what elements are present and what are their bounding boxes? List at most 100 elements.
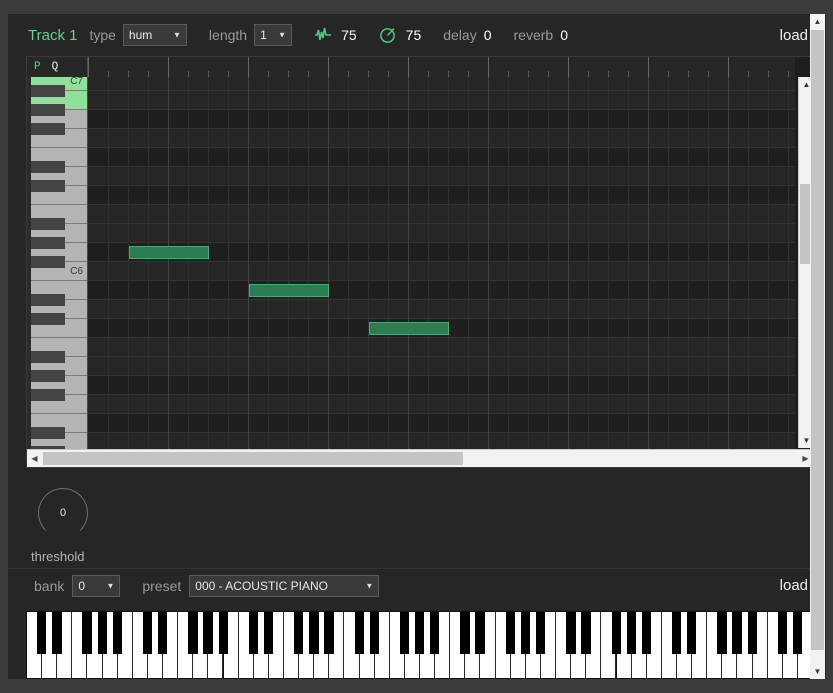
piano-roll-horizontal-scrollbar[interactable]: ◀ ▶ xyxy=(27,449,813,467)
grid-vline xyxy=(108,77,109,450)
keyboard-black-key[interactable] xyxy=(82,612,92,654)
note-grid[interactable] xyxy=(87,77,795,450)
note-block[interactable] xyxy=(369,322,449,335)
reverb-value[interactable]: 0 xyxy=(560,27,568,43)
piano-black-key[interactable] xyxy=(31,351,65,363)
piano-black-key[interactable] xyxy=(31,161,65,173)
keyboard-black-key[interactable] xyxy=(687,612,697,654)
keyboard-black-key[interactable] xyxy=(263,612,274,654)
length-select[interactable]: 1 xyxy=(254,24,293,46)
grid-vline xyxy=(628,77,629,450)
piano-black-key[interactable] xyxy=(31,218,65,230)
mode-p-toggle[interactable]: P xyxy=(34,61,41,73)
piano-key-label: C7 xyxy=(70,77,83,87)
keyboard-black-key[interactable] xyxy=(354,612,364,654)
mode-q-toggle[interactable]: Q xyxy=(52,61,59,73)
delay-value[interactable]: 0 xyxy=(484,27,492,43)
piano-black-key[interactable] xyxy=(31,123,65,135)
grid-vline xyxy=(408,77,409,450)
grid-vline xyxy=(208,77,209,450)
threshold-knob[interactable]: 0 xyxy=(38,488,88,538)
keyboard-black-key[interactable] xyxy=(248,612,259,654)
keyboard-black-key[interactable] xyxy=(792,612,803,654)
grid-vline xyxy=(728,77,729,450)
load-preset-button[interactable]: load xyxy=(780,577,808,594)
keyboard-black-key[interactable] xyxy=(158,612,168,654)
keyboard-black-key[interactable] xyxy=(717,612,727,654)
threshold-section: 0 threshold xyxy=(8,468,826,568)
keyboard-black-key[interactable] xyxy=(611,612,621,654)
bank-select[interactable]: 0 xyxy=(72,574,121,597)
keyboard-black-key[interactable] xyxy=(218,612,228,654)
velocity-value[interactable]: 75 xyxy=(341,27,357,43)
piano-black-key[interactable] xyxy=(31,256,65,268)
threshold-label: threshold xyxy=(31,549,85,564)
piano-black-key[interactable] xyxy=(31,237,65,249)
type-select[interactable]: hum xyxy=(122,24,187,46)
keyboard-black-key[interactable] xyxy=(535,612,546,654)
keyboard-black-key[interactable] xyxy=(626,612,636,654)
ruler-bar-tick xyxy=(488,57,489,77)
preset-select[interactable]: 000 - ACOUSTIC PIANO xyxy=(189,574,380,597)
keyboard-black-key[interactable] xyxy=(641,612,652,654)
piano-keyboard[interactable] xyxy=(26,611,814,679)
keyboard-black-key[interactable] xyxy=(430,612,440,654)
timeline-ruler[interactable] xyxy=(87,57,795,77)
ruler-bar-tick xyxy=(408,57,409,77)
keyboard-black-key[interactable] xyxy=(566,612,576,654)
scroll-left-icon[interactable]: ◀ xyxy=(27,450,42,467)
piano-roll-header: P Q xyxy=(27,57,795,77)
keyboard-black-key[interactable] xyxy=(324,612,334,654)
grid-vline xyxy=(648,77,649,450)
keyboard-black-key[interactable] xyxy=(505,612,516,654)
keyboard-black-key[interactable] xyxy=(732,612,742,654)
piano-black-key[interactable] xyxy=(31,370,65,382)
track-toolbar: Track 1 type hum ▼ length 1 ▼ 75 75 dela… xyxy=(8,14,826,56)
keyboard-black-key[interactable] xyxy=(475,612,485,654)
grid-vline xyxy=(568,77,569,450)
piano-key-column[interactable]: C7 C6 xyxy=(27,77,87,450)
page-scroll-thumb[interactable] xyxy=(811,30,824,650)
page-scroll-down-icon[interactable]: ▼ xyxy=(810,664,825,679)
grid-vline xyxy=(308,77,309,450)
tempo-value[interactable]: 75 xyxy=(406,27,422,43)
keyboard-black-key[interactable] xyxy=(581,612,591,654)
piano-black-key[interactable] xyxy=(31,294,65,306)
piano-black-key[interactable] xyxy=(31,85,65,97)
keyboard-black-key[interactable] xyxy=(309,612,319,654)
keyboard-black-key[interactable] xyxy=(747,612,757,654)
keyboard-black-key[interactable] xyxy=(399,612,410,654)
keyboard-black-key[interactable] xyxy=(777,612,788,654)
piano-roll-panel: P Q C7 C6 ▲ ▼ ◀ ▶ xyxy=(26,56,814,468)
piano-black-key[interactable] xyxy=(31,180,65,192)
piano-black-key[interactable] xyxy=(31,427,65,439)
grid-vline xyxy=(248,77,249,450)
keyboard-black-key[interactable] xyxy=(188,612,198,654)
keyboard-black-key[interactable] xyxy=(369,612,380,654)
grid-vline xyxy=(508,77,509,450)
keyboard-black-key[interactable] xyxy=(294,612,304,654)
piano-black-key[interactable] xyxy=(31,389,65,401)
keyboard-black-key[interactable] xyxy=(97,612,107,654)
keyboard-black-key[interactable] xyxy=(52,612,62,654)
keyboard-black-key[interactable] xyxy=(671,612,682,654)
keyboard-black-key[interactable] xyxy=(112,612,123,654)
keyboard-black-key[interactable] xyxy=(142,612,153,654)
keyboard-black-key[interactable] xyxy=(415,612,425,654)
piano-black-key[interactable] xyxy=(31,313,65,325)
keyboard-black-key[interactable] xyxy=(37,612,47,654)
keyboard-black-key[interactable] xyxy=(520,612,531,654)
page-vertical-scrollbar[interactable]: ▲ ▼ xyxy=(810,14,825,679)
note-block[interactable] xyxy=(249,284,329,297)
page-scroll-up-icon[interactable]: ▲ xyxy=(810,14,825,29)
horizontal-scroll-thumb[interactable] xyxy=(43,452,463,465)
keyboard-black-key[interactable] xyxy=(460,612,470,654)
length-select-wrap: 1 ▼ xyxy=(254,24,293,46)
keyboard-black-key[interactable] xyxy=(203,612,213,654)
load-track-button[interactable]: load xyxy=(780,27,808,44)
note-block[interactable] xyxy=(129,246,209,259)
grid-vline xyxy=(588,77,589,450)
piano-black-key[interactable] xyxy=(31,104,65,116)
metronome-icon[interactable] xyxy=(379,26,397,44)
waveform-icon[interactable] xyxy=(314,27,332,43)
